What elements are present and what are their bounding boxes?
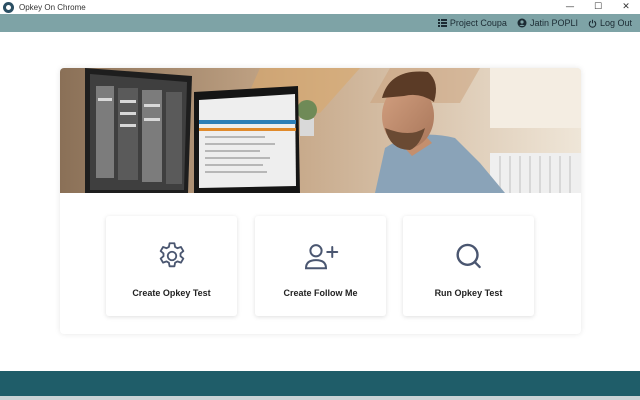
hero-banner-image — [60, 68, 581, 193]
project-selector[interactable]: Project Coupa — [437, 18, 507, 28]
create-opkey-test-tile[interactable]: Create Opkey Test — [106, 216, 237, 316]
window-titlebar: Opkey On Chrome — ☐ ✕ — [0, 0, 640, 14]
page-footer — [0, 371, 640, 400]
main-card: Create Opkey Test Create Follow Me Run O… — [60, 68, 581, 334]
app-logo-icon — [3, 1, 14, 13]
window-title: Opkey On Chrome — [19, 2, 86, 12]
minimize-button[interactable]: — — [556, 0, 584, 14]
add-user-icon — [302, 242, 340, 272]
project-label: Project Coupa — [449, 18, 507, 28]
gear-icon — [155, 242, 189, 272]
logout-label: Log Out — [599, 18, 632, 28]
power-icon — [588, 19, 597, 28]
maximize-button[interactable]: ☐ — [584, 0, 612, 14]
close-button[interactable]: ✕ — [612, 0, 640, 14]
logout-button[interactable]: Log Out — [588, 18, 632, 28]
app-header: Project Coupa Jatin POPLI Log Out — [0, 14, 640, 32]
run-opkey-test-tile[interactable]: Run Opkey Test — [403, 216, 534, 316]
create-follow-me-tile[interactable]: Create Follow Me — [255, 216, 386, 316]
user-circle-icon — [517, 18, 527, 28]
user-menu[interactable]: Jatin POPLI — [517, 18, 578, 28]
tile-label: Create Follow Me — [283, 288, 358, 298]
list-icon — [437, 19, 447, 27]
tile-label: Run Opkey Test — [434, 288, 503, 298]
tile-label: Create Opkey Test — [132, 288, 211, 298]
user-name: Jatin POPLI — [529, 18, 578, 28]
window-controls: — ☐ ✕ — [556, 0, 640, 14]
action-tiles: Create Opkey Test Create Follow Me Run O… — [106, 216, 535, 316]
search-icon — [452, 242, 486, 272]
footer-strip — [0, 396, 640, 400]
